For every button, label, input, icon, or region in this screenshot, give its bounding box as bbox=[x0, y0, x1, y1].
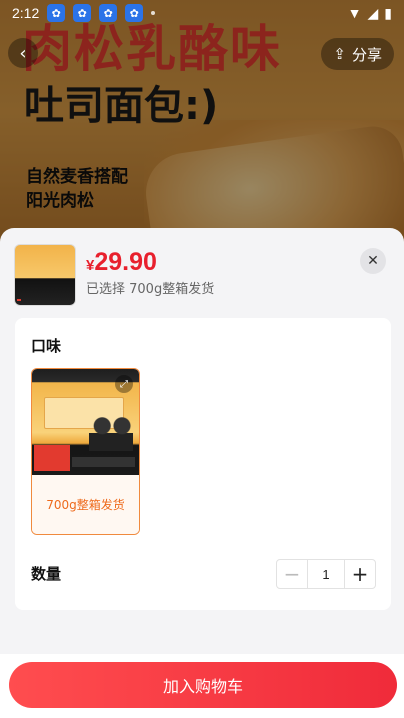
minus-icon: − bbox=[283, 562, 301, 586]
decrement-button[interactable]: − bbox=[277, 560, 307, 588]
battery-icon: ▮ bbox=[384, 4, 392, 21]
app-notification-icon: ✿ bbox=[47, 4, 66, 22]
back-button[interactable]: ‹ bbox=[8, 38, 38, 68]
close-button[interactable]: ✕ bbox=[360, 248, 386, 274]
promo-badge-graphic bbox=[34, 445, 70, 471]
product-thumbnail[interactable] bbox=[14, 244, 76, 306]
share-button[interactable]: ⇪ 分享 bbox=[321, 38, 394, 70]
sku-bottom-sheet: ¥29.90 已选择 700g整箱发货 ✕ 口味 ⤢ 700g整箱发货 数量 −… bbox=[0, 228, 404, 718]
share-icon: ⇪ bbox=[333, 45, 346, 63]
sheet-header: ¥29.90 已选择 700g整箱发货 ✕ bbox=[0, 228, 404, 310]
spokesperson-graphic bbox=[89, 415, 133, 451]
app-notification-icon: ✿ bbox=[73, 4, 92, 22]
increment-button[interactable]: + bbox=[345, 560, 375, 588]
options-card: 口味 ⤢ 700g整箱发货 数量 − 1 + bbox=[15, 318, 391, 610]
plus-icon: + bbox=[351, 562, 369, 586]
promo-strip-graphic bbox=[72, 457, 135, 467]
app-notification-icon: ✿ bbox=[99, 4, 118, 22]
share-label: 分享 bbox=[351, 45, 382, 64]
status-bar: 2:12 ✿ ✿ ✿ ✿ ▼ ◢ ▮ bbox=[0, 0, 404, 26]
sheet-footer: 加入购物车 bbox=[0, 654, 404, 718]
quantity-value[interactable]: 1 bbox=[307, 560, 345, 588]
selected-variant-text: 已选择 700g整箱发货 bbox=[86, 282, 215, 297]
flavor-section-title: 口味 bbox=[31, 337, 62, 355]
product-price: ¥29.90 bbox=[86, 248, 157, 277]
close-icon: ✕ bbox=[367, 253, 379, 269]
chevron-left-icon: ‹ bbox=[19, 42, 27, 64]
signal-icon: ◢ bbox=[367, 4, 379, 21]
quantity-title: 数量 bbox=[31, 565, 62, 583]
more-notifications-icon bbox=[151, 11, 156, 15]
thumbnail-tag-icon bbox=[17, 299, 21, 301]
quantity-stepper: − 1 + bbox=[276, 559, 376, 589]
price-value: 29.90 bbox=[94, 248, 157, 276]
variant-label: 700g整箱发货 bbox=[32, 475, 139, 534]
app-notification-icon: ✿ bbox=[125, 4, 144, 22]
status-time: 2:12 bbox=[12, 5, 40, 21]
add-to-cart-button[interactable]: 加入购物车 bbox=[9, 662, 397, 708]
wifi-icon: ▼ bbox=[347, 5, 362, 21]
zoom-icon[interactable]: ⤢ bbox=[115, 375, 133, 393]
variant-option-700g[interactable]: ⤢ 700g整箱发货 bbox=[31, 368, 140, 535]
